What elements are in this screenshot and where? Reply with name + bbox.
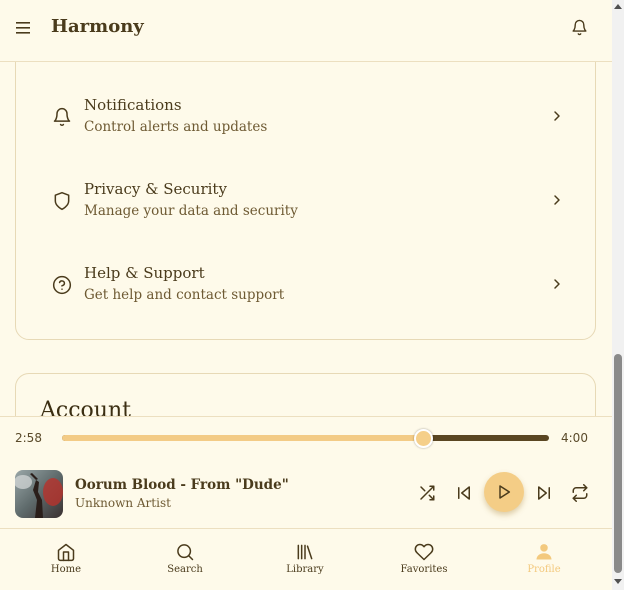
help-circle-icon (52, 275, 72, 295)
profile-icon (536, 544, 552, 560)
home-icon (57, 543, 75, 562)
nav-search[interactable]: Search (130, 529, 240, 590)
settings-item-notifications[interactable]: Notifications Control alerts and updates (16, 95, 595, 155)
nav-profile[interactable]: Profile (489, 529, 599, 590)
page-scrollbar[interactable] (612, 0, 624, 590)
scrollbar-thumb[interactable] (614, 354, 622, 573)
next-icon[interactable] (535, 484, 553, 502)
heart-icon (414, 543, 434, 561)
bell-icon (53, 107, 71, 127)
progress-track[interactable] (62, 429, 549, 448)
settings-item-title: Privacy & Security (84, 180, 227, 198)
nav-label: Search (167, 564, 203, 575)
settings-scroll-area[interactable]: Notifications Control alerts and updates… (0, 62, 612, 416)
menu-icon[interactable] (16, 22, 30, 34)
now-playing-bar: 2:58 4:00 Oorum Blood - From "Dude" Unkn… (0, 416, 612, 528)
settings-item-title: Help & Support (84, 264, 205, 282)
library-icon (297, 544, 313, 560)
play-icon (499, 485, 511, 499)
scroll-down-arrow[interactable] (614, 579, 622, 584)
settings-item-title: Notifications (84, 96, 182, 114)
top-bar: Harmony (0, 0, 612, 62)
app-title: Harmony (51, 16, 144, 37)
shuffle-icon[interactable] (418, 484, 436, 502)
scroll-up-arrow[interactable] (614, 4, 622, 9)
search-icon (177, 544, 194, 561)
account-section-title: Account (40, 398, 131, 416)
song-title: Oorum Blood - From "Dude" (75, 477, 289, 493)
progress-thumb[interactable] (414, 429, 434, 448)
chevron-right-icon (554, 195, 560, 205)
nav-label: Library (286, 564, 324, 575)
shield-icon (54, 191, 70, 211)
total-time: 4:00 (561, 431, 588, 445)
album-art[interactable] (15, 470, 63, 518)
nav-label: Profile (527, 564, 561, 575)
progress-fill (62, 435, 424, 441)
current-time: 2:58 (15, 431, 42, 445)
chevron-right-icon (554, 279, 560, 289)
notifications-bell-icon[interactable] (571, 19, 588, 36)
nav-home[interactable]: Home (11, 529, 121, 590)
bottom-nav: Home Search Library Favorites Profile (0, 528, 612, 590)
settings-card: Notifications Control alerts and updates… (15, 62, 596, 340)
nav-label: Home (50, 564, 82, 575)
nav-library[interactable]: Library (250, 529, 360, 590)
previous-icon[interactable] (455, 484, 473, 502)
settings-item-help-support[interactable]: Help & Support Get help and contact supp… (16, 263, 595, 323)
song-artist: Unknown Artist (75, 496, 171, 510)
settings-item-subtitle: Manage your data and security (84, 203, 298, 219)
repeat-icon[interactable] (571, 484, 589, 502)
account-card: Account (15, 373, 596, 416)
settings-item-subtitle: Control alerts and updates (84, 119, 268, 135)
nav-favorites[interactable]: Favorites (369, 529, 479, 590)
play-button[interactable] (484, 472, 524, 512)
chevron-right-icon (554, 111, 560, 121)
settings-item-subtitle: Get help and contact support (84, 287, 285, 303)
nav-label: Favorites (400, 564, 448, 575)
settings-item-privacy-security[interactable]: Privacy & Security Manage your data and … (16, 179, 595, 239)
